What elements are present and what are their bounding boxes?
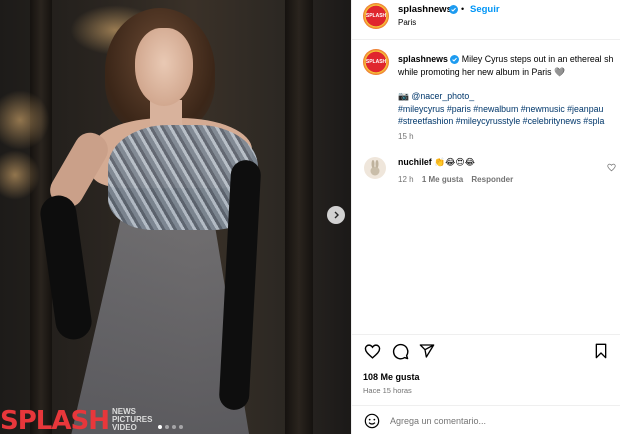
comment-meta: 12 h 1 Me gusta Responder xyxy=(398,175,513,184)
hashtags[interactable]: #streetfashion #mileycyrusstyle #celebri… xyxy=(398,115,618,128)
carousel-next-button[interactable] xyxy=(327,206,345,224)
caption-text-line2: while promoting her new album in Paris 🩶 xyxy=(398,66,565,77)
watermark-brand: SPLASH xyxy=(0,406,110,434)
comment-likes[interactable]: 1 Me gusta xyxy=(422,175,463,184)
carousel-dot xyxy=(172,425,176,429)
background-light xyxy=(0,90,50,150)
post-sidebar: SPLASH splashnews • Seguir Paris SPLASH … xyxy=(351,0,620,434)
comment-input[interactable] xyxy=(390,414,610,428)
carousel-dot xyxy=(165,425,169,429)
post-image[interactable]: SPLASH NEWS PICTURES VIDEO xyxy=(0,0,351,434)
watermark-subtitle: NEWS PICTURES VIDEO xyxy=(111,407,153,432)
likes-count[interactable]: 108 Me gusta xyxy=(363,372,420,382)
hashtags[interactable]: #mileycyrus #paris #newalbum #newmusic #… xyxy=(398,103,618,116)
heart-icon xyxy=(606,163,616,171)
caption-author-avatar[interactable]: SPLASH xyxy=(363,49,389,75)
comment-username[interactable]: nuchilef xyxy=(398,157,432,167)
caption-username[interactable]: splashnews xyxy=(398,54,448,64)
like-button[interactable] xyxy=(363,342,381,360)
photo-credit-link[interactable]: 📷 @nacer_photo_ xyxy=(398,90,618,103)
emoji-button[interactable] xyxy=(363,412,381,430)
background-light xyxy=(0,150,40,200)
comment-like-button[interactable] xyxy=(602,158,620,176)
smiley-icon xyxy=(364,413,380,429)
save-button[interactable] xyxy=(592,342,610,360)
background-pillar xyxy=(285,0,313,434)
commenter-avatar[interactable] xyxy=(364,157,386,179)
comment-text: 👏😂😍😂 xyxy=(434,157,475,167)
verified-badge-icon xyxy=(450,55,460,64)
follow-button[interactable]: Seguir xyxy=(470,4,500,15)
instagram-post-modal: SPLASH NEWS PICTURES VIDEO SPLASH splash… xyxy=(0,0,620,434)
comment-composer xyxy=(352,405,620,434)
speech-bubble-icon xyxy=(392,343,408,359)
verified-badge-icon xyxy=(449,5,458,14)
post-timestamp: Hace 15 horas xyxy=(363,386,412,395)
comment-time: 12 h xyxy=(398,175,414,184)
chevron-right-icon xyxy=(334,211,339,219)
carousel-dot xyxy=(158,425,162,429)
rabbit-icon xyxy=(370,160,380,176)
caption-timestamp: 15 h xyxy=(398,131,414,141)
paper-plane-icon xyxy=(419,344,435,358)
post-caption: splashnews Miley Cyrus steps out in an e… xyxy=(398,53,618,143)
comment-reply-button[interactable]: Responder xyxy=(471,175,513,184)
post-location[interactable]: Paris xyxy=(398,18,416,27)
comment: nuchilef 👏😂😍😂 xyxy=(398,157,475,168)
separator-dot: • xyxy=(461,4,465,14)
carousel-indicator xyxy=(158,425,183,429)
carousel-dot xyxy=(179,425,183,429)
author-username[interactable]: splashnews xyxy=(398,4,452,15)
post-header: SPLASH splashnews • Seguir Paris xyxy=(352,0,620,40)
share-button[interactable] xyxy=(418,342,436,360)
splash-watermark: SPLASH NEWS PICTURES VIDEO xyxy=(0,406,152,434)
person-face xyxy=(135,28,193,106)
comment-button[interactable] xyxy=(391,342,409,360)
heart-icon xyxy=(364,343,380,359)
bookmark-icon xyxy=(595,343,607,359)
caption-text: Miley Cyrus steps out in an ethereal sh xyxy=(461,54,614,64)
author-avatar[interactable]: SPLASH xyxy=(363,3,389,29)
